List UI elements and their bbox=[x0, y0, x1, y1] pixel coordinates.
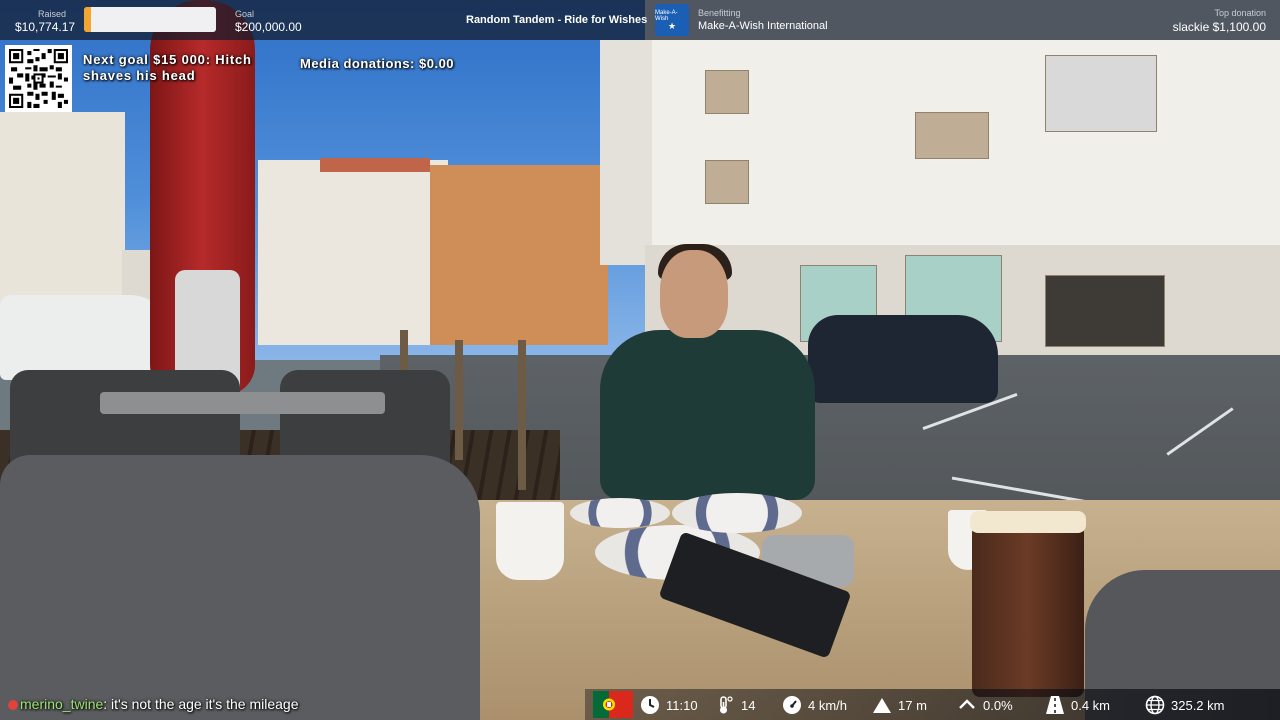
star-icon: ★ bbox=[667, 20, 677, 31]
goal-value: $200,000.00 bbox=[235, 20, 302, 34]
altitude-value: 17 m bbox=[898, 697, 927, 713]
qr-pattern bbox=[9, 49, 68, 108]
distance-total-value: 325.2 km bbox=[1171, 697, 1225, 713]
window bbox=[1045, 55, 1157, 132]
raised-label: Raised bbox=[38, 9, 67, 19]
top-donation-label: Top donation bbox=[1214, 8, 1266, 18]
time-value: 11:10 bbox=[666, 697, 698, 713]
person bbox=[600, 330, 815, 500]
thermometer-icon bbox=[720, 696, 733, 714]
distance-today-value: 0.4 km bbox=[1071, 697, 1111, 713]
person-head bbox=[660, 250, 728, 338]
chevron-up-icon bbox=[959, 699, 975, 709]
spread-jar bbox=[970, 511, 1086, 697]
raised-value: $10,774.17 bbox=[15, 20, 76, 34]
chat-username: merino_twine bbox=[20, 696, 104, 712]
media-donations-text: Media donations: $0.00 bbox=[300, 56, 455, 71]
portugal-flag-icon bbox=[593, 691, 633, 718]
donation-progress-fill bbox=[84, 7, 92, 32]
telemetry-bar: 11:10 14 4 km/h 17 m 0.0% 0.4 km 325.2 k… bbox=[585, 689, 1280, 720]
parked-car bbox=[808, 315, 998, 403]
plate bbox=[672, 493, 802, 533]
stat-altitude: 17 m bbox=[872, 695, 927, 715]
charity-name: Make-A-Wish International bbox=[698, 20, 828, 32]
speedometer-icon bbox=[783, 696, 801, 714]
benefitting-label: Benefitting bbox=[698, 8, 741, 18]
window bbox=[705, 70, 749, 114]
stat-incline: 0.0% bbox=[957, 695, 1013, 715]
donation-top-bar: Raised $10,774.17 Goal $200,000.00 Rando… bbox=[0, 0, 1280, 40]
speed-value: 4 km/h bbox=[808, 697, 848, 713]
building-center-roof bbox=[320, 158, 430, 172]
window bbox=[705, 160, 749, 204]
video-scene bbox=[0, 0, 1280, 720]
stat-time: 11:10 bbox=[640, 695, 698, 715]
building-left bbox=[0, 112, 125, 312]
chat-text: it's not the age it's the mileage bbox=[111, 696, 299, 712]
building-center-orange bbox=[430, 165, 608, 345]
chat-separator: : bbox=[103, 696, 112, 712]
donation-progress-bar bbox=[84, 7, 216, 32]
top-donation-value: slackie $1,100.00 bbox=[1172, 20, 1266, 34]
chat-badge-icon bbox=[8, 700, 18, 710]
mountain-icon bbox=[873, 698, 891, 713]
goal-label: Goal bbox=[235, 9, 255, 19]
rope-post bbox=[518, 340, 526, 490]
rope-post bbox=[455, 340, 463, 460]
next-goal-text: Next goal $15 000: Hitch shaves his head bbox=[83, 52, 252, 83]
shop-window bbox=[1045, 275, 1165, 347]
stat-distance-today: 0.4 km bbox=[1045, 695, 1110, 715]
parked-van bbox=[0, 295, 170, 380]
globe-icon bbox=[1145, 695, 1165, 715]
building-center-white bbox=[258, 160, 448, 345]
plate bbox=[570, 498, 670, 528]
window bbox=[915, 112, 989, 159]
stat-temperature: 14 bbox=[715, 695, 755, 715]
stat-distance-total: 325.2 km bbox=[1145, 695, 1224, 715]
road-icon bbox=[1046, 696, 1064, 714]
chair bbox=[0, 455, 480, 720]
stream-title: Random Tandem - Ride for Wishes bbox=[466, 14, 648, 26]
chat-message: merino_twine: it's not the age it's the … bbox=[8, 696, 299, 712]
charity-logo-text: Make-A-Wish bbox=[655, 9, 678, 22]
donation-qr-code[interactable] bbox=[5, 45, 72, 112]
coffee-cup bbox=[496, 502, 564, 580]
incline-value: 0.0% bbox=[983, 697, 1013, 713]
stat-speed: 4 km/h bbox=[782, 695, 847, 715]
temperature-value: 14 bbox=[741, 697, 756, 713]
table-left bbox=[100, 392, 385, 414]
clock-icon bbox=[641, 696, 659, 714]
make-a-wish-logo: Make-A-Wish ★ bbox=[655, 4, 689, 36]
building-right-balconies bbox=[600, 40, 652, 265]
